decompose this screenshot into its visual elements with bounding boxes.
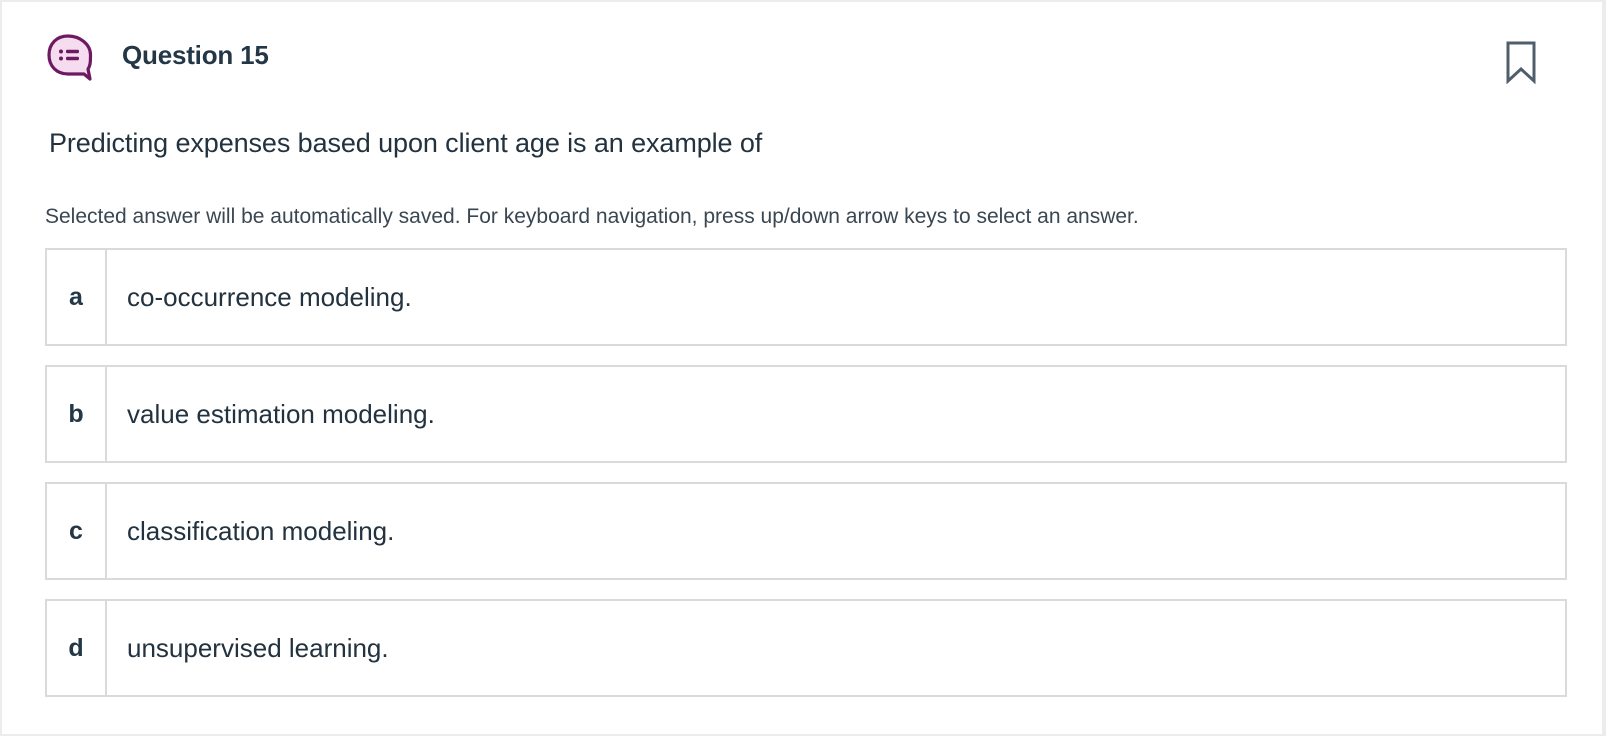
option-letter: d	[47, 601, 107, 695]
question-prompt: Predicting expenses based upon client ag…	[49, 128, 763, 158]
option-text: co-occurrence modeling.	[127, 281, 412, 312]
question-header: Question 15	[2, 2, 1602, 112]
answer-option-c[interactable]: c classification modeling.	[45, 482, 1567, 580]
answer-option-d[interactable]: d unsupervised learning.	[45, 599, 1567, 697]
option-text: classification modeling.	[127, 515, 395, 546]
bookmark-icon[interactable]	[1505, 40, 1537, 84]
option-letter: b	[47, 367, 107, 461]
question-title: Question 15	[122, 40, 269, 70]
answer-option-b[interactable]: b value estimation modeling.	[45, 365, 1567, 463]
answer-option-a[interactable]: a co-occurrence modeling.	[45, 248, 1567, 346]
option-letter: c	[47, 484, 107, 578]
question-chat-icon	[47, 34, 93, 81]
option-letter: a	[47, 250, 107, 344]
question-card: Question 15 Predicting expenses based up…	[2, 2, 1602, 734]
option-text: value estimation modeling.	[127, 398, 435, 429]
answer-instructions: Selected answer will be automatically sa…	[45, 205, 1139, 228]
option-text: unsupervised learning.	[127, 632, 389, 663]
